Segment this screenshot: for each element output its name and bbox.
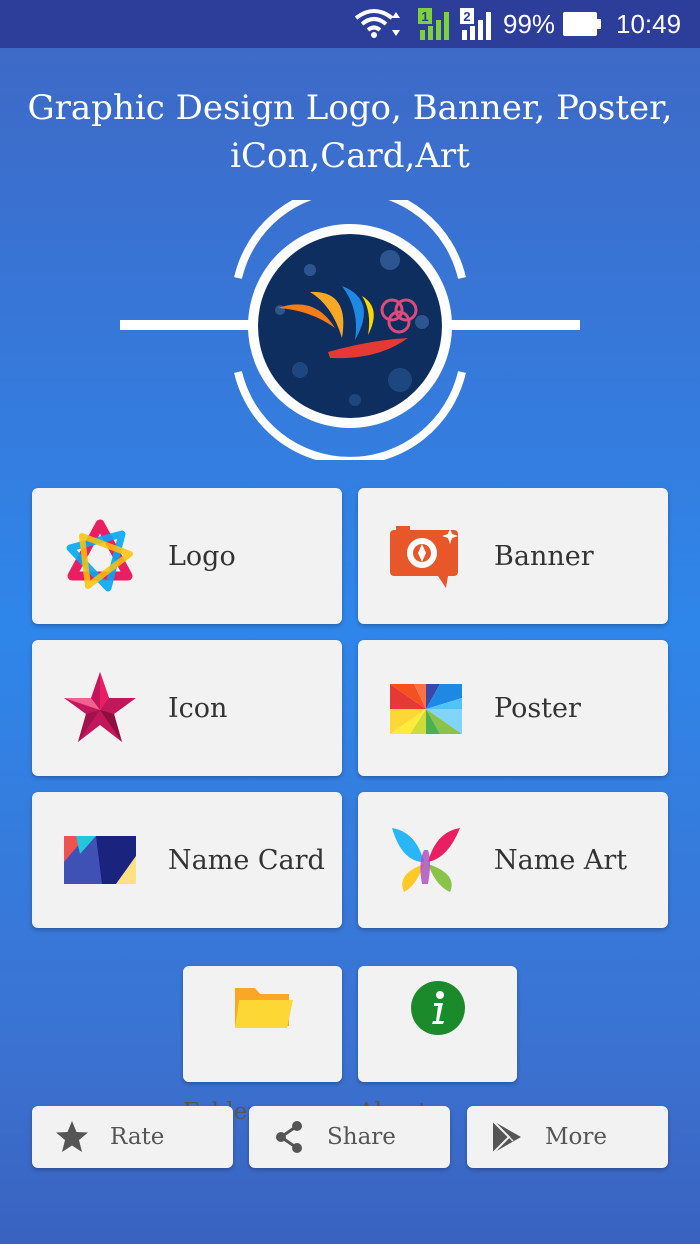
rate-label: Rate (110, 1124, 165, 1150)
name-card-label: Name Card (168, 844, 325, 876)
share-label: Share (327, 1124, 396, 1150)
title-line-1: Graphic Design Logo, Banner, Poster, (27, 88, 673, 128)
sim2-signal-icon: 2 (458, 0, 498, 48)
wifi-icon (352, 0, 400, 48)
logo-label: Logo (168, 540, 236, 572)
share-icon (271, 1119, 307, 1155)
banner-label: Banner (494, 540, 594, 572)
logo-icon (62, 518, 138, 594)
poster-button[interactable]: Poster (358, 640, 668, 776)
info-icon (408, 980, 468, 1036)
name-art-button[interactable]: Name Art (358, 792, 668, 928)
app-logo (110, 185, 590, 465)
title-line-2: iCon,Card,Art (230, 136, 470, 176)
camera-icon (388, 518, 464, 594)
page-title: Graphic Design Logo, Banner, Poster, iCo… (20, 84, 680, 180)
share-button[interactable]: Share (249, 1106, 450, 1168)
battery-icon (563, 0, 603, 48)
folder-button[interactable]: Folder (183, 966, 342, 1125)
card-icon (62, 822, 138, 898)
status-bar: 1 2 99% 10:49 (0, 0, 700, 48)
more-label: More (545, 1124, 608, 1150)
star-icon (62, 670, 138, 746)
name-card-button[interactable]: Name Card (32, 792, 342, 928)
icon-button[interactable]: Icon (32, 640, 342, 776)
sim1-label: 1 (421, 9, 428, 24)
more-button[interactable]: More (467, 1106, 668, 1168)
battery-percent: 99% (503, 8, 556, 39)
rate-button[interactable]: Rate (32, 1106, 233, 1168)
star-icon (54, 1119, 90, 1155)
icon-label: Icon (168, 692, 228, 724)
clock: 10:49 (616, 8, 682, 39)
folder-icon (233, 980, 293, 1036)
sim1-signal-icon: 1 (416, 0, 456, 48)
banner-button[interactable]: Banner (358, 488, 668, 624)
play-store-icon (489, 1119, 525, 1155)
poster-label: Poster (494, 692, 581, 724)
butterfly-icon (388, 822, 464, 898)
logo-button[interactable]: Logo (32, 488, 342, 624)
sim2-label: 2 (463, 9, 470, 24)
palette-icon (388, 670, 464, 746)
about-button[interactable]: About (358, 966, 517, 1125)
name-art-label: Name Art (494, 844, 628, 876)
